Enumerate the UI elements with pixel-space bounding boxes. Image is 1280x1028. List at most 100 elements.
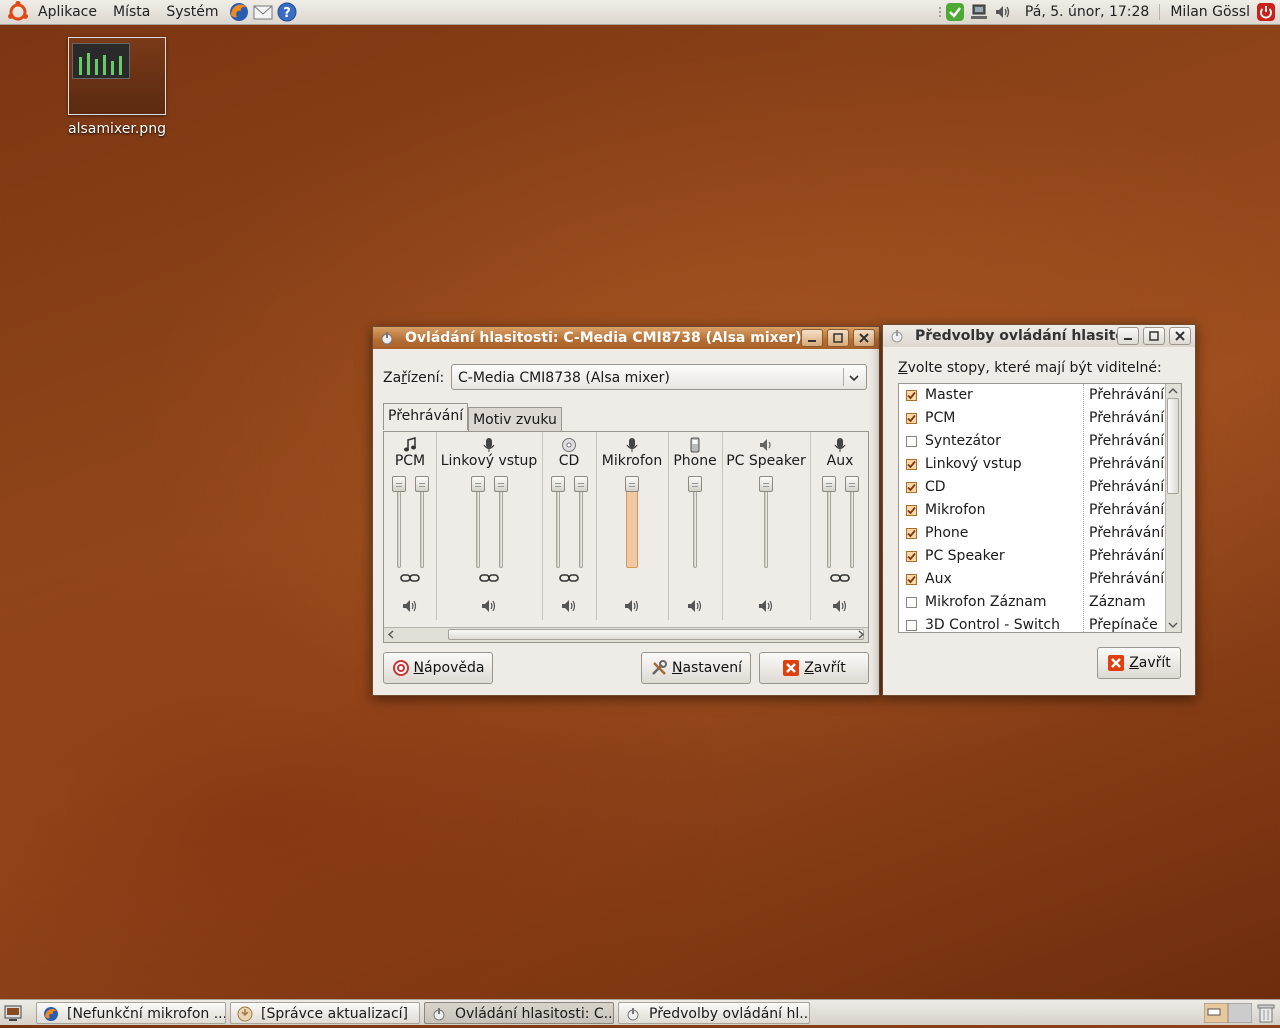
vertical-scrollbar[interactable] — [1165, 384, 1181, 632]
mute-toggle-icon[interactable] — [757, 598, 775, 614]
network-icon[interactable] — [969, 2, 989, 22]
volume-slider-right[interactable] — [415, 476, 429, 568]
scroll-right-icon[interactable] — [854, 628, 868, 641]
shutdown-icon[interactable] — [1256, 2, 1276, 22]
track-checkbox[interactable] — [906, 620, 917, 631]
slider-thumb[interactable] — [551, 476, 565, 492]
slider-thumb[interactable] — [625, 476, 639, 492]
volume-icon[interactable] — [993, 2, 1013, 22]
mute-toggle-icon[interactable] — [560, 598, 578, 614]
track-row[interactable]: Phone Přehrávání — [899, 522, 1181, 545]
ubuntu-logo-icon[interactable] — [6, 0, 30, 24]
volume-control-icon[interactable] — [379, 330, 395, 346]
mixer-close-button[interactable]: Zavřít — [759, 652, 869, 684]
mail-icon[interactable] — [252, 1, 274, 23]
track-checkbox[interactable] — [906, 597, 917, 608]
workspace-switcher[interactable] — [1203, 1002, 1253, 1024]
update-check-icon[interactable] — [945, 2, 965, 22]
track-checkbox[interactable] — [906, 390, 917, 401]
volume-slider-left[interactable] — [822, 476, 836, 568]
user-switcher[interactable]: Milan Gössl — [1159, 4, 1254, 20]
volume-slider-left[interactable] — [471, 476, 485, 568]
titlebar[interactable]: Ovládání hlasitosti: C-Media CMI8738 (Al… — [373, 327, 879, 349]
track-checkbox[interactable] — [906, 482, 917, 493]
track-checkbox[interactable] — [906, 459, 917, 470]
track-checkbox[interactable] — [906, 436, 917, 447]
track-checkbox[interactable] — [906, 528, 917, 539]
scroll-up-icon[interactable] — [1166, 384, 1180, 398]
volume-slider[interactable] — [688, 476, 702, 568]
track-checkbox[interactable] — [906, 551, 917, 562]
channel-lock-icon[interactable] — [479, 572, 499, 584]
mute-toggle-icon[interactable] — [480, 598, 498, 614]
channel-lock-icon[interactable] — [830, 572, 850, 584]
volume-slider-left[interactable] — [392, 476, 406, 568]
track-checkbox[interactable] — [906, 574, 917, 585]
slider-thumb[interactable] — [574, 476, 588, 492]
track-row[interactable]: Linkový vstup Přehrávání — [899, 453, 1181, 476]
track-checkbox[interactable] — [906, 505, 917, 516]
track-checkbox[interactable] — [906, 413, 917, 424]
track-row[interactable]: PCM Přehrávání — [899, 407, 1181, 430]
volume-slider-left[interactable] — [551, 476, 565, 568]
track-row[interactable]: Syntezátor Přehrávání — [899, 430, 1181, 453]
menu-applications[interactable]: Aplikace — [30, 0, 105, 24]
slider-thumb[interactable] — [759, 476, 773, 492]
volume-slider[interactable] — [625, 476, 639, 568]
help-button[interactable]: Nápověda — [383, 652, 493, 684]
track-row[interactable]: Master Přehrávání — [899, 384, 1181, 407]
track-row[interactable]: 3D Control - Switch Přepínače — [899, 614, 1181, 632]
channel-lock-icon[interactable] — [559, 572, 579, 584]
maximize-button[interactable] — [827, 329, 849, 347]
menu-system[interactable]: Systém — [158, 0, 226, 24]
track-row[interactable]: Mikrofon Přehrávání — [899, 499, 1181, 522]
help-icon[interactable]: ? — [276, 1, 298, 23]
trash-icon[interactable] — [1256, 1002, 1276, 1024]
horizontal-scrollbar[interactable] — [384, 627, 868, 642]
mute-toggle-icon[interactable] — [831, 598, 849, 614]
volume-control-icon[interactable] — [889, 328, 905, 344]
taskbar-button[interactable]: [Nefunkční mikrofon ... — [36, 1002, 226, 1024]
volume-slider-right[interactable] — [845, 476, 859, 568]
tab-sound-theme[interactable]: Motiv zvuku — [468, 407, 562, 432]
device-select[interactable]: C-Media CMI8738 (Alsa mixer) — [451, 364, 867, 390]
minimize-button[interactable] — [801, 329, 823, 347]
track-row[interactable]: Aux Přehrávání — [899, 568, 1181, 591]
volume-slider[interactable] — [759, 476, 773, 568]
firefox-icon[interactable] — [228, 1, 250, 23]
taskbar-button[interactable]: Předvolby ovládání hl... — [618, 1002, 810, 1024]
track-row[interactable]: CD Přehrávání — [899, 476, 1181, 499]
prefs-titlebar[interactable]: Předvolby ovládání hlasitosti — [883, 325, 1195, 347]
track-row[interactable]: Mikrofon Záznam Záznam — [899, 591, 1181, 614]
mute-toggle-icon[interactable] — [401, 598, 419, 614]
close-button[interactable] — [853, 329, 875, 347]
slider-thumb[interactable] — [471, 476, 485, 492]
slider-thumb[interactable] — [392, 476, 406, 492]
volume-slider-right[interactable] — [574, 476, 588, 568]
close-button[interactable] — [1169, 327, 1191, 345]
tab-playback[interactable]: Přehrávání — [383, 403, 469, 430]
slider-thumb[interactable] — [822, 476, 836, 492]
minimize-button[interactable] — [1117, 327, 1139, 345]
volume-slider-right[interactable] — [494, 476, 508, 568]
slider-thumb[interactable] — [845, 476, 859, 492]
mute-toggle-icon[interactable] — [686, 598, 704, 614]
taskbar-button[interactable]: Ovládání hlasitosti: C... — [424, 1002, 614, 1024]
clock[interactable]: Pá, 5. únor, 17:28 — [1015, 4, 1159, 20]
horizontal-scroll-thumb[interactable] — [448, 629, 864, 640]
slider-thumb[interactable] — [415, 476, 429, 492]
settings-button[interactable]: Nastavení — [641, 652, 751, 684]
prefs-close-button[interactable]: Zavřít — [1097, 647, 1181, 679]
desktop-file-alsamixer[interactable]: alsamixer.png — [60, 37, 174, 137]
scroll-left-icon[interactable] — [384, 628, 398, 641]
slider-thumb[interactable] — [688, 476, 702, 492]
show-desktop-icon[interactable] — [4, 1004, 22, 1022]
mute-toggle-icon[interactable] — [623, 598, 641, 614]
track-row[interactable]: PC Speaker Přehrávání — [899, 545, 1181, 568]
menu-places[interactable]: Místa — [105, 0, 158, 24]
vertical-scroll-thumb[interactable] — [1167, 398, 1179, 494]
slider-thumb[interactable] — [494, 476, 508, 492]
scroll-down-icon[interactable] — [1166, 618, 1180, 632]
channel-lock-icon[interactable] — [400, 572, 420, 584]
taskbar-button[interactable]: [Správce aktualizací] — [230, 1002, 420, 1024]
